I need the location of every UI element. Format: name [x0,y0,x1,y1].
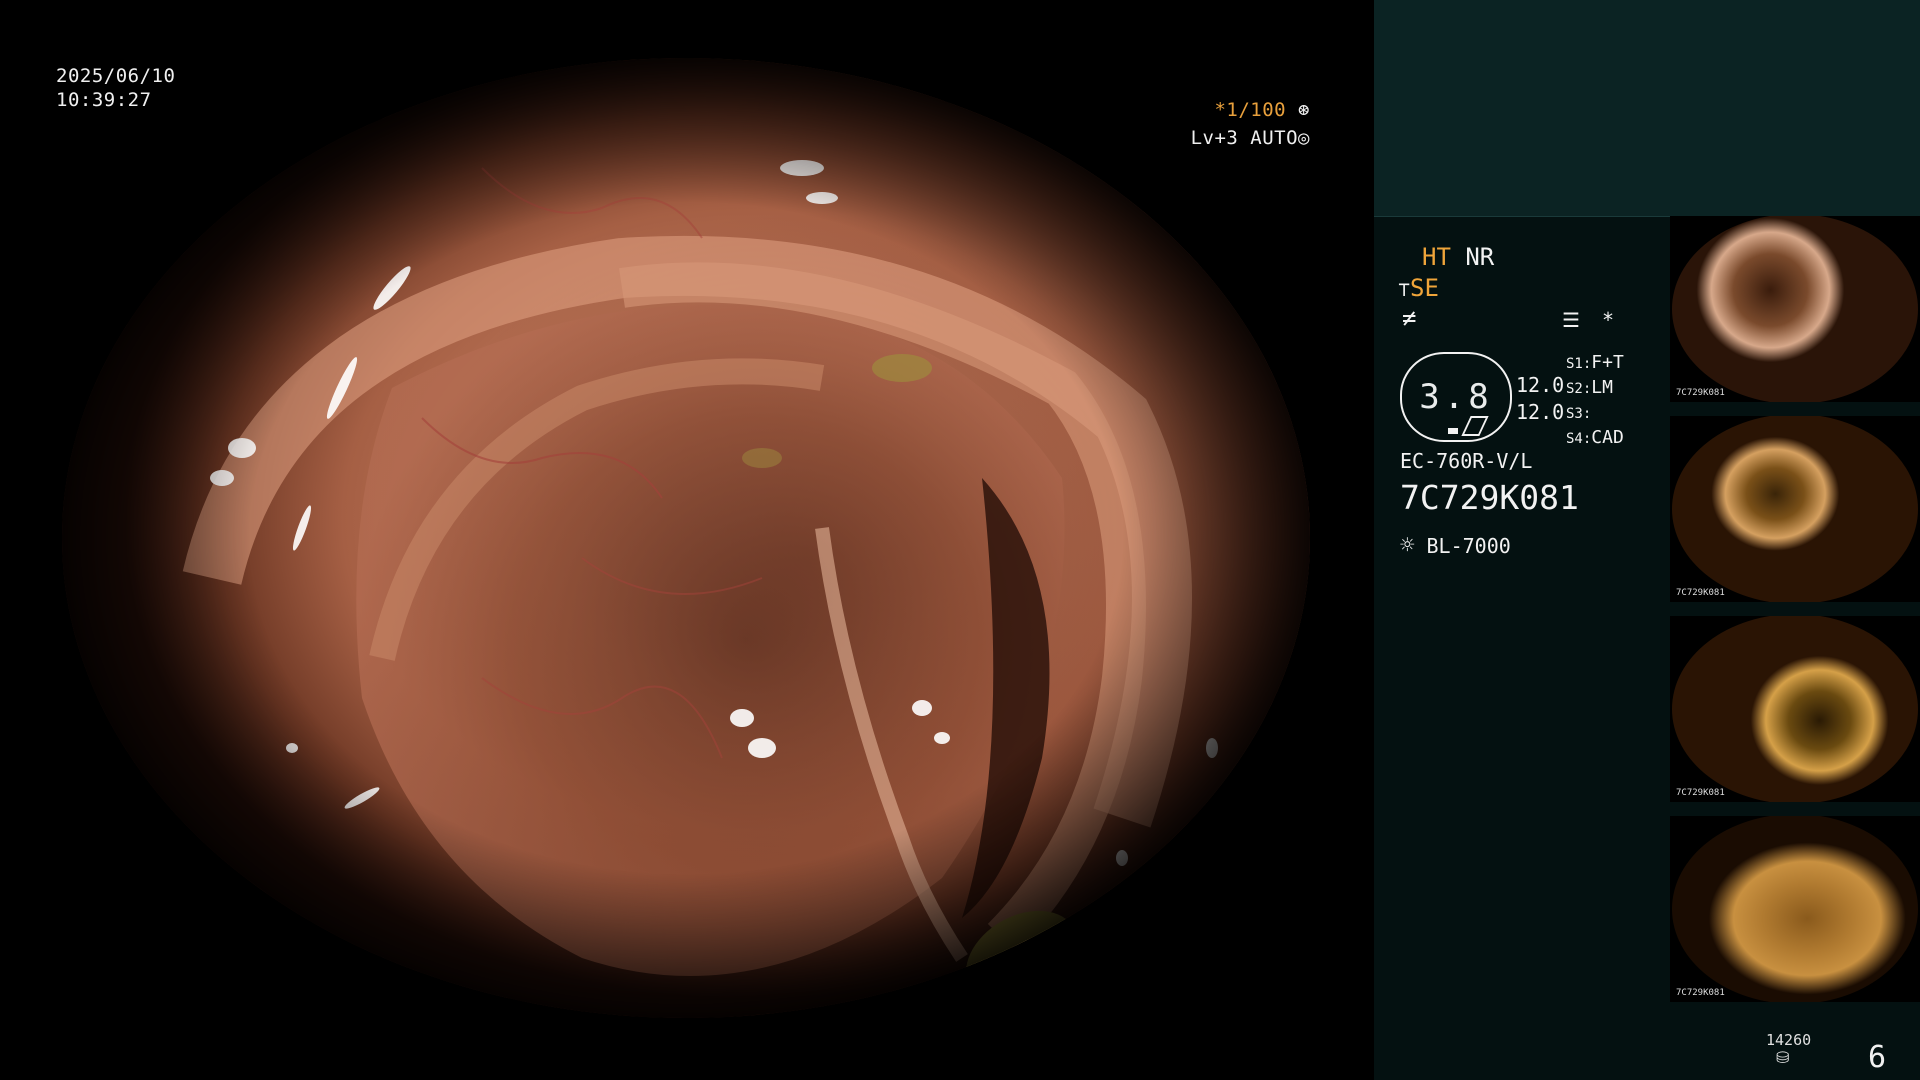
ht-indicator: HT [1422,243,1451,271]
thumbnail-label: 7C729K081 [1676,788,1725,798]
capture-date: 2025/06/10 [56,65,176,87]
gauge-line-2: 12.0 [1516,400,1565,424]
switch-s2-label: S2: [1566,381,1592,397]
brightness-level: Lv+3 [1190,127,1239,149]
settings-icon: ☰ [1562,308,1580,332]
thumbnail-label: 7C729K081 [1676,588,1725,598]
endoscope-live-view [62,58,1310,1018]
filter-row: ≠ [1402,303,1416,333]
thumbnail-label: 7C729K081 [1676,388,1725,398]
auto-exposure-icon: ◎ [1298,127,1310,149]
capture-thumbnail-3[interactable]: 7C729K081 [1670,616,1920,802]
switch-s3-label: S3: [1566,406,1592,422]
thumbnail-image [1672,616,1918,802]
scope-serial: 7C729K081 [1400,478,1579,517]
structure-enhance-icon: ⊤ [1398,277,1411,301]
page-number: 6 [1868,1040,1887,1075]
light-source-model: BL-7000 [1426,534,1511,558]
gauge-bar [1448,428,1458,434]
mucosa-illustration [62,58,1310,1018]
switch-s1-value: F+T [1591,352,1624,373]
shutter-prefix: * [1214,99,1227,121]
scope-model: EC-760R-V/L [1400,449,1533,473]
switch-s4-value: CAD [1591,427,1624,448]
thumbnail-image [1672,416,1918,602]
switch-s4-label: S4: [1566,431,1592,447]
filter-icon: ≠ [1402,304,1417,332]
switch-s1-label: S1: [1566,356,1592,372]
star-indicator: * [1601,308,1615,332]
shutter-value: 1/100 [1226,99,1287,121]
panel-header-area [1374,0,1920,217]
switch-s4: S4:CAD [1566,423,1624,454]
capture-thumbnail-1[interactable]: 7C729K081 [1670,216,1920,402]
switch-s2-value: LM [1591,377,1613,398]
se-row: ⊤SE [1398,273,1439,304]
se-indicator: SE [1410,274,1439,302]
thumbnail-image [1672,216,1918,402]
image-counter: 14260 [1766,1031,1812,1049]
gauge-value: 3.8 [1419,377,1493,417]
storage-icon: ⛁ [1776,1048,1790,1067]
gauge-line-1: 12.0 [1516,373,1565,397]
exposure-readout: *1/100 ⊛ Lv+3 AUTO◎ [1191,98,1310,150]
ht-nr-row: HT NR [1422,242,1494,272]
light-source-row: ☼ BL-7000 [1400,530,1511,561]
capture-time: 10:39:27 [56,89,152,111]
zoom-gauge: 3.8 [1400,352,1512,442]
light-source-icon: ☼ [1400,531,1415,559]
exposure-mode: AUTO [1250,127,1299,149]
menu-row: ☰ * [1562,305,1614,335]
capture-thumbnail-4[interactable]: 7C729K081 [1670,816,1920,1002]
aperture-icon: ⊛ [1298,99,1310,121]
capture-datetime: 2025/06/10 10:39:27 [56,64,175,112]
gauge-marker [1461,416,1489,436]
thumbnail-label: 7C729K081 [1676,988,1725,998]
capture-thumbnail-2[interactable]: 7C729K081 [1670,416,1920,602]
thumbnail-image [1672,816,1918,1002]
nr-indicator: NR [1465,243,1495,271]
